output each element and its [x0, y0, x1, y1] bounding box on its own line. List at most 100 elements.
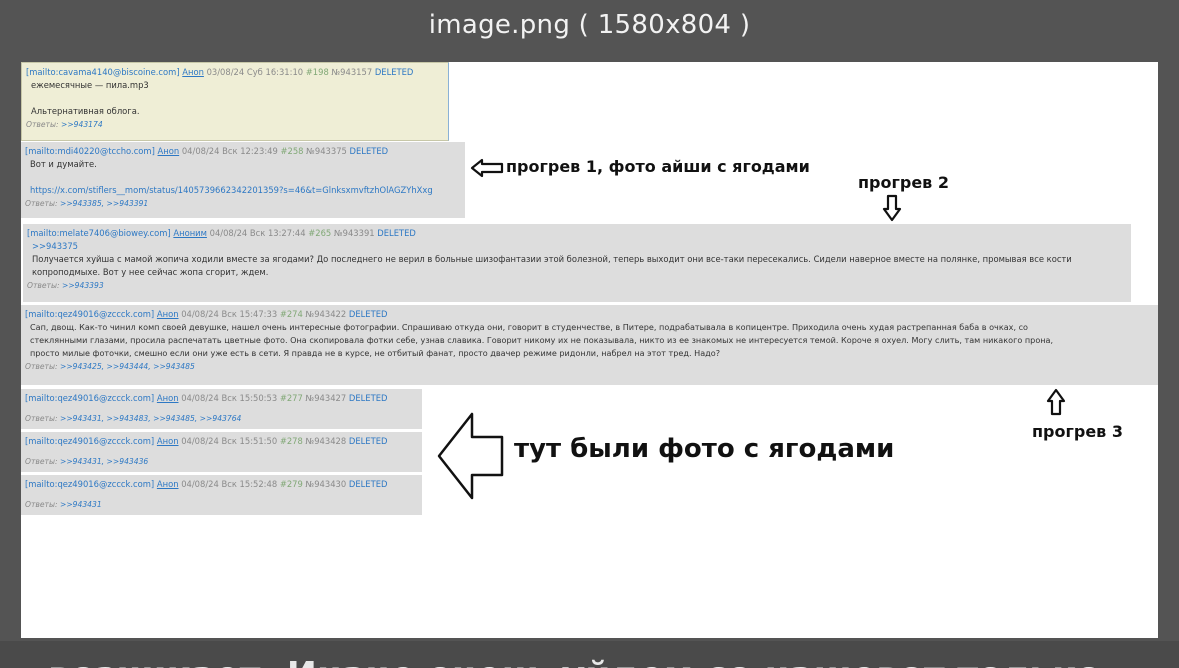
post-header: [mailto:mdi40220@tccho.com] Аноn 04/08/2… — [25, 145, 461, 158]
post-id[interactable]: №943427 — [306, 393, 347, 403]
post-line — [30, 171, 461, 184]
post-number[interactable]: #278 — [280, 436, 303, 446]
reply-link[interactable]: >>943431 — [60, 500, 102, 509]
post-line: Получается хуйша с мамой жопича ходили в… — [32, 254, 1072, 264]
post-author[interactable]: Аноn — [157, 393, 179, 403]
post-number[interactable]: #265 — [308, 228, 331, 238]
deleted-badge: DELETED — [349, 146, 389, 156]
down-arrow-icon — [882, 194, 902, 222]
post-author[interactable]: Аноn — [182, 67, 204, 77]
replies-label: Ответы: — [25, 199, 58, 208]
post-number[interactable]: #279 — [280, 479, 303, 489]
big-left-arrow-icon — [437, 412, 504, 500]
quote-link[interactable]: >>943375 — [32, 240, 1127, 253]
reply-link[interactable]: >>943485, — [153, 414, 197, 423]
post-author[interactable]: Аноним — [173, 228, 207, 238]
post-943422: [mailto:qez49016@zccck.com] Аноn 04/08/2… — [21, 305, 1158, 385]
post-body: Сап, двощ. Как-то чинил комп своей девуш… — [25, 321, 1154, 360]
post-email[interactable]: [mailto:qez49016@zccck.com] — [25, 309, 154, 319]
post-email[interactable]: [mailto:qez49016@zccck.com] — [25, 393, 154, 403]
post-author[interactable]: Аноn — [157, 436, 179, 446]
annotation-berries-photos: тут были фото с ягодами — [514, 434, 895, 464]
reply-link[interactable]: >>943431, — [60, 457, 104, 466]
reply-link[interactable]: >>943174 — [61, 120, 103, 129]
reply-link[interactable]: >>943485 — [153, 362, 195, 371]
post-line: Вот и думайте. — [30, 159, 97, 169]
post-email[interactable]: [mailto:mdi40220@tccho.com] — [25, 146, 155, 156]
deleted-badge: DELETED — [348, 309, 388, 319]
post-replies: Ответы: >>943431, >>943436 — [25, 455, 418, 468]
post-line: просто милые фоточки, смешно если они уж… — [30, 348, 721, 358]
post-link[interactable]: https://x.com/stiflers__mom/status/14057… — [30, 184, 461, 197]
reply-link[interactable]: >>943483, — [107, 414, 151, 423]
post-body: Вот и думайте. https://x.com/stiflers__m… — [25, 158, 461, 197]
screenshot-canvas: [mailto:cavama4140@biscoine.com] Аноn 03… — [21, 62, 1158, 638]
post-replies: Ответы: >>943425, >>943444, >>943485 — [25, 360, 1154, 373]
bottom-cutoff-text: возникает. Иначе очень уйдем со нашевот … — [48, 655, 1101, 668]
post-body: ежемесячные — пила.mp3 Альтернативная об… — [26, 79, 444, 118]
post-line: ежемесячные — пила.mp3 — [31, 80, 149, 90]
post-id[interactable]: №943430 — [306, 479, 347, 489]
post-date: 04/08/24 Вск 12:23:49 — [181, 146, 278, 156]
post-header: [mailto:cavama4140@biscoine.com] Аноn 03… — [26, 66, 444, 79]
post-header: [mailto:qez49016@zccck.com] Аноn 04/08/2… — [25, 308, 1154, 321]
post-943375: [mailto:mdi40220@tccho.com] Аноn 04/08/2… — [21, 142, 465, 218]
annotation-progrev-1: прогрев 1, фото айши с ягодами — [506, 157, 810, 176]
post-943428: [mailto:qez49016@zccck.com] Аноn 04/08/2… — [21, 432, 422, 472]
post-number[interactable]: #258 — [280, 146, 303, 156]
post-number[interactable]: #277 — [280, 393, 303, 403]
bottom-overflow-strip: возникает. Иначе очень уйдем со нашевот … — [0, 641, 1179, 668]
post-email[interactable]: [mailto:qez49016@zccck.com] — [25, 479, 154, 489]
replies-label: Ответы: — [26, 120, 59, 129]
deleted-badge: DELETED — [348, 393, 388, 403]
annotation-progrev-2: прогрев 2 — [858, 173, 949, 192]
viewer-title: image.png ( 1580x804 ) — [428, 10, 751, 40]
post-date: 04/08/24 Вск 15:50:53 — [181, 393, 278, 403]
left-arrow-icon — [470, 158, 504, 178]
reply-link[interactable]: >>943393 — [62, 281, 104, 290]
post-replies: Ответы: >>943431, >>943483, >>943485, >>… — [25, 412, 418, 425]
deleted-badge: DELETED — [348, 479, 388, 489]
post-header: [mailto:qez49016@zccck.com] Аноn 04/08/2… — [25, 392, 418, 405]
post-replies: Ответы: >>943393 — [27, 279, 1127, 292]
post-id[interactable]: №943157 — [331, 67, 372, 77]
reply-link[interactable]: >>943431, — [60, 414, 104, 423]
post-date: 04/08/24 Вск 15:47:33 — [181, 309, 278, 319]
post-number[interactable]: #198 — [306, 67, 329, 77]
post-id[interactable]: №943375 — [306, 146, 347, 156]
reply-link[interactable]: >>943436 — [107, 457, 149, 466]
reply-link[interactable]: >>943425, — [60, 362, 104, 371]
replies-label: Ответы: — [25, 500, 58, 509]
reply-link[interactable]: >>943385, — [60, 199, 104, 208]
post-number[interactable]: #274 — [280, 309, 303, 319]
post-943391: [mailto:melate7406@biowey.com] Аноним 04… — [23, 224, 1131, 302]
post-date: 03/08/24 Суб 16:31:10 — [206, 67, 304, 77]
post-date: 04/08/24 Вск 15:51:50 — [181, 436, 278, 446]
post-email[interactable]: [mailto:melate7406@biowey.com] — [27, 228, 171, 238]
post-line: стеклянными глазами, просила распечатать… — [30, 335, 1054, 345]
post-author[interactable]: Аноn — [157, 479, 179, 489]
replies-label: Ответы: — [25, 362, 58, 371]
post-943157: [mailto:cavama4140@biscoine.com] Аноn 03… — [21, 62, 449, 141]
reply-link[interactable]: >>943444, — [107, 362, 151, 371]
post-id[interactable]: №943428 — [306, 436, 347, 446]
post-id[interactable]: №943422 — [306, 309, 347, 319]
reply-link[interactable]: >>943764 — [200, 414, 242, 423]
deleted-badge: DELETED — [377, 228, 416, 238]
post-date: 04/08/24 Вск 15:52:48 — [181, 479, 278, 489]
reply-link[interactable]: >>943391 — [107, 199, 149, 208]
post-replies: Ответы: >>943385, >>943391 — [25, 197, 461, 210]
post-line: Сап, двощ. Как-то чинил комп своей девуш… — [30, 322, 1029, 332]
post-replies: Ответы: >>943174 — [26, 118, 444, 131]
post-id[interactable]: №943391 — [334, 228, 375, 238]
deleted-badge: DELETED — [374, 67, 414, 77]
post-author[interactable]: Аноn — [158, 146, 180, 156]
replies-label: Ответы: — [25, 414, 58, 423]
post-author[interactable]: Аноn — [157, 309, 179, 319]
post-email[interactable]: [mailto:cavama4140@biscoine.com] — [26, 67, 180, 77]
post-line — [31, 92, 444, 105]
post-header: [mailto:melate7406@biowey.com] Аноним 04… — [27, 227, 1127, 240]
post-email[interactable]: [mailto:qez49016@zccck.com] — [25, 436, 154, 446]
post-line: копроподмыхе. Вот у нее сейчас жопа сгор… — [32, 267, 269, 277]
post-header: [mailto:qez49016@zccck.com] Аноn 04/08/2… — [25, 435, 418, 448]
